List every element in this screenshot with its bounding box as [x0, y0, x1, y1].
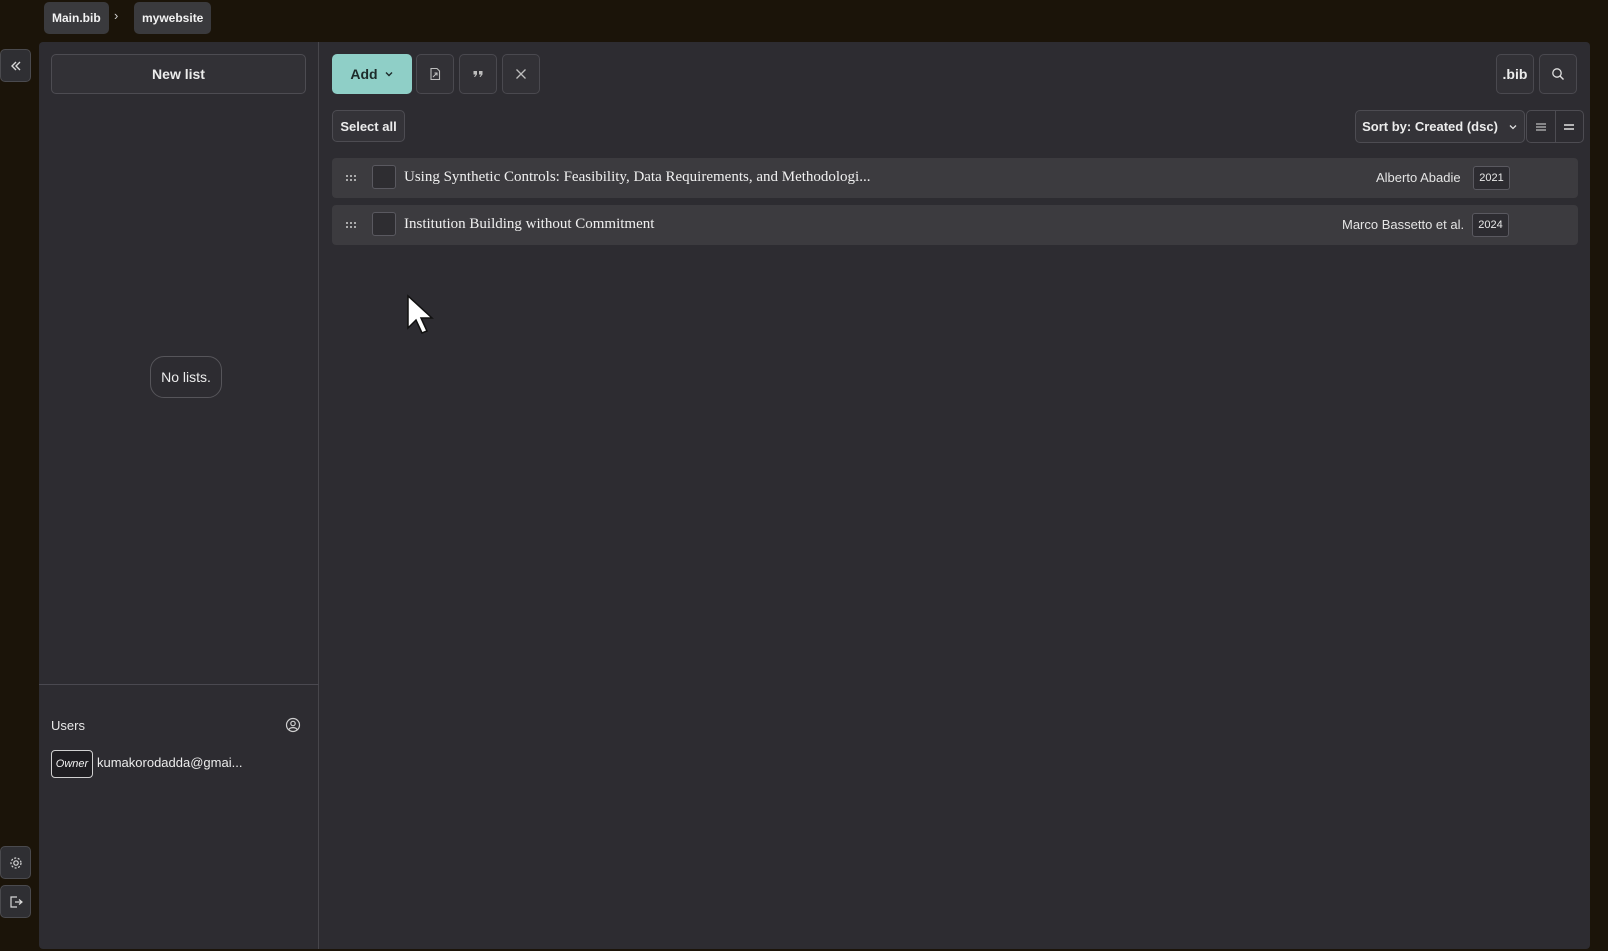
breadcrumb: Main.bib › mywebsite — [0, 0, 1608, 40]
collapse-sidebar-button[interactable] — [0, 49, 31, 82]
bib-export-button[interactable]: .bib — [1496, 54, 1534, 94]
logout-icon — [9, 895, 23, 908]
cite-button[interactable] — [459, 54, 497, 94]
export-icon — [430, 67, 441, 81]
settings-icon — [9, 856, 22, 869]
sort-label: Sort by: Created (dsc) — [1362, 119, 1498, 134]
entry-row[interactable]: Using Synthetic Controls: Feasibility, D… — [332, 158, 1578, 198]
list-view-icon — [1535, 122, 1546, 131]
entry-title[interactable]: Institution Building without Commitment — [404, 216, 654, 233]
users-divider — [39, 684, 319, 685]
close-icon — [516, 69, 526, 79]
entries-panel: Add .bib Select all Sort by: Created (ds… — [320, 42, 1590, 949]
breadcrumb-main-bib[interactable]: Main.bib — [44, 2, 109, 34]
empty-lists-message: No lists. — [150, 356, 222, 398]
mouse-cursor-icon — [407, 294, 434, 334]
lists-sidebar: New list No lists. Users Owner kumakorod… — [39, 42, 319, 949]
entry-author: Marco Bassetto et al. — [1342, 217, 1465, 232]
entry-year: 2024 — [1472, 213, 1509, 237]
settings-button[interactable] — [0, 846, 31, 879]
export-button[interactable] — [416, 54, 454, 94]
compact-view-toggle[interactable] — [1554, 111, 1584, 142]
drag-handle-icon[interactable] — [344, 171, 358, 185]
collapse-sidebar-icon — [10, 61, 20, 70]
chevron-down-icon — [385, 72, 393, 77]
entry-title[interactable]: Using Synthetic Controls: Feasibility, D… — [404, 169, 870, 186]
drag-handle-icon[interactable] — [344, 218, 358, 232]
add-button[interactable]: Add — [332, 54, 412, 94]
new-list-button[interactable]: New list — [51, 54, 306, 94]
entry-year: 2021 — [1473, 166, 1510, 190]
entry-checkbox[interactable] — [372, 212, 396, 236]
users-title: Users — [51, 718, 85, 733]
logout-button[interactable] — [0, 885, 31, 918]
view-toggle — [1526, 110, 1584, 143]
app-panel: New list No lists. Users Owner kumakorod… — [39, 42, 1590, 949]
list-view-toggle[interactable] — [1527, 111, 1555, 142]
entry-checkbox[interactable] — [372, 165, 396, 189]
add-user-icon[interactable] — [284, 716, 302, 734]
chevron-down-icon — [1509, 124, 1517, 129]
entry-author: Alberto Abadie — [1376, 170, 1461, 185]
select-all-button[interactable]: Select all — [332, 110, 405, 142]
owner-email: kumakorodadda@gmai... — [97, 755, 243, 770]
compact-view-icon — [1564, 123, 1575, 130]
sort-dropdown[interactable]: Sort by: Created (dsc) — [1355, 110, 1525, 143]
search-icon — [1552, 68, 1564, 80]
search-button[interactable] — [1539, 54, 1577, 94]
add-button-label: Add — [350, 66, 378, 82]
quote-icon — [473, 71, 483, 77]
breadcrumb-separator: › — [114, 8, 119, 23]
clear-button[interactable] — [502, 54, 540, 94]
owner-role-badge: Owner — [51, 750, 93, 778]
entry-row[interactable]: Institution Building without Commitment … — [332, 205, 1578, 245]
breadcrumb-mywebsite[interactable]: mywebsite — [134, 2, 212, 34]
